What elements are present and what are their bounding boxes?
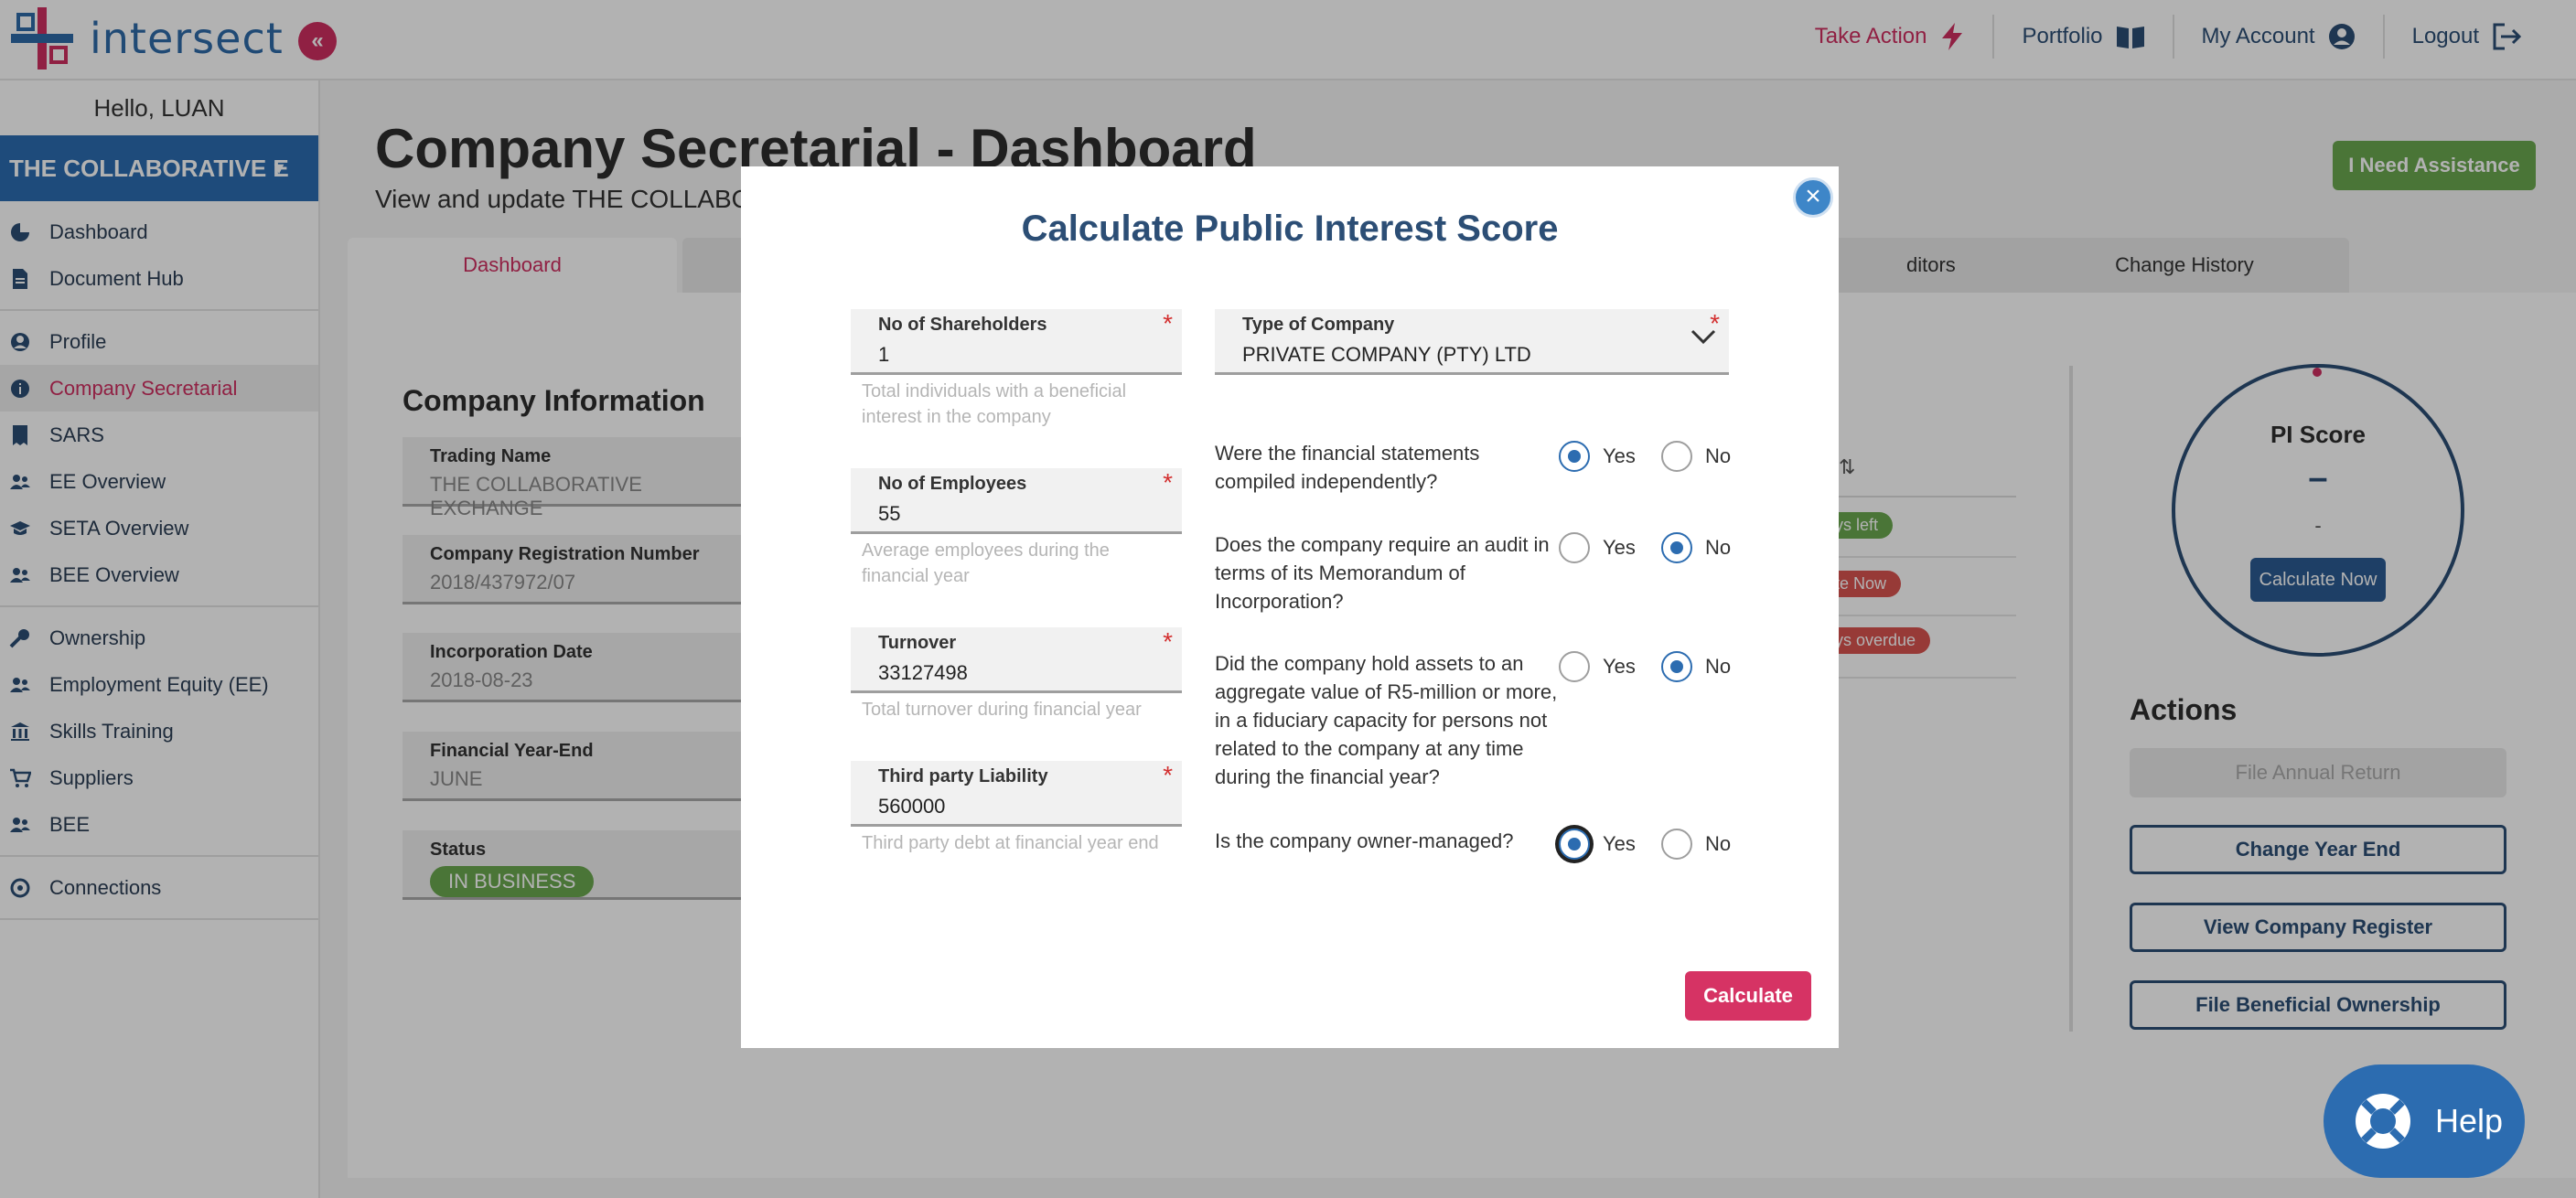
independent-no-radio[interactable]	[1661, 441, 1692, 472]
required-marker: *	[1163, 627, 1173, 656]
required-marker: *	[1163, 468, 1173, 497]
help-button[interactable]: Help	[2324, 1064, 2525, 1178]
required-marker: *	[1163, 761, 1173, 789]
question-independent-statements: Were the financial statements compiled i…	[1215, 442, 1480, 493]
lifebuoy-icon	[2356, 1094, 2410, 1149]
field-value: 560000	[878, 795, 946, 818]
field-label: No of Employees	[878, 474, 1027, 494]
calculate-button[interactable]: Calculate	[1685, 971, 1811, 1021]
radio-label-yes: Yes	[1603, 655, 1636, 678]
radio-label-no: No	[1705, 655, 1732, 678]
third-party-liability-help: Third party debt at financial year end	[862, 833, 1159, 853]
fiduciary-no-radio[interactable]	[1661, 651, 1692, 682]
audit-no-radio[interactable]	[1661, 532, 1692, 563]
fiduciary-yes-radio[interactable]	[1559, 651, 1590, 682]
field-label: Third party Liability	[878, 766, 1048, 786]
radio-label-yes: Yes	[1603, 444, 1636, 467]
question-owner-managed: Is the company owner-managed?	[1215, 829, 1514, 852]
radio-label-yes: Yes	[1603, 536, 1636, 559]
radio-label-no: No	[1705, 536, 1732, 559]
field-value: 55	[878, 502, 901, 525]
radio-label-yes: Yes	[1603, 832, 1636, 855]
field-label: Type of Company	[1242, 315, 1395, 335]
radio-label-no: No	[1705, 444, 1732, 467]
field-value: 33127498	[878, 661, 968, 684]
required-marker: *	[1163, 309, 1173, 337]
question-fiduciary-assets: Did the company hold assets to an aggreg…	[1215, 652, 1558, 788]
field-value: 1	[878, 343, 890, 366]
question-audit-required: Does the company require an audit in ter…	[1215, 533, 1550, 613]
third-party-liability-input[interactable]: Third party Liability 560000 *	[851, 761, 1182, 827]
radio-label-no: No	[1705, 832, 1732, 855]
audit-yes-radio[interactable]	[1559, 532, 1590, 563]
company-type-select[interactable]: Type of Company PRIVATE COMPANY (PTY) LT…	[1215, 309, 1729, 375]
field-value: PRIVATE COMPANY (PTY) LTD	[1242, 343, 1531, 366]
shareholders-input[interactable]: No of Shareholders 1 *	[851, 309, 1182, 375]
owner-managed-no-radio[interactable]	[1661, 829, 1692, 860]
owner-managed-yes-radio[interactable]	[1559, 829, 1590, 860]
independent-yes-radio[interactable]	[1559, 441, 1590, 472]
chevron-down-icon	[1690, 329, 1716, 345]
field-label: Turnover	[878, 633, 957, 653]
employees-help: Average employees during the financial y…	[862, 540, 1110, 586]
turnover-help: Total turnover during financial year	[862, 700, 1142, 720]
help-label: Help	[2435, 1102, 2504, 1139]
shareholders-help: Total individuals with a beneficial inte…	[862, 381, 1127, 427]
modal-title: Calculate Public Interest Score	[1021, 209, 1559, 249]
employees-input[interactable]: No of Employees 55 *	[851, 468, 1182, 534]
turnover-input[interactable]: Turnover 33127498 *	[851, 627, 1182, 693]
field-label: No of Shareholders	[878, 315, 1047, 335]
